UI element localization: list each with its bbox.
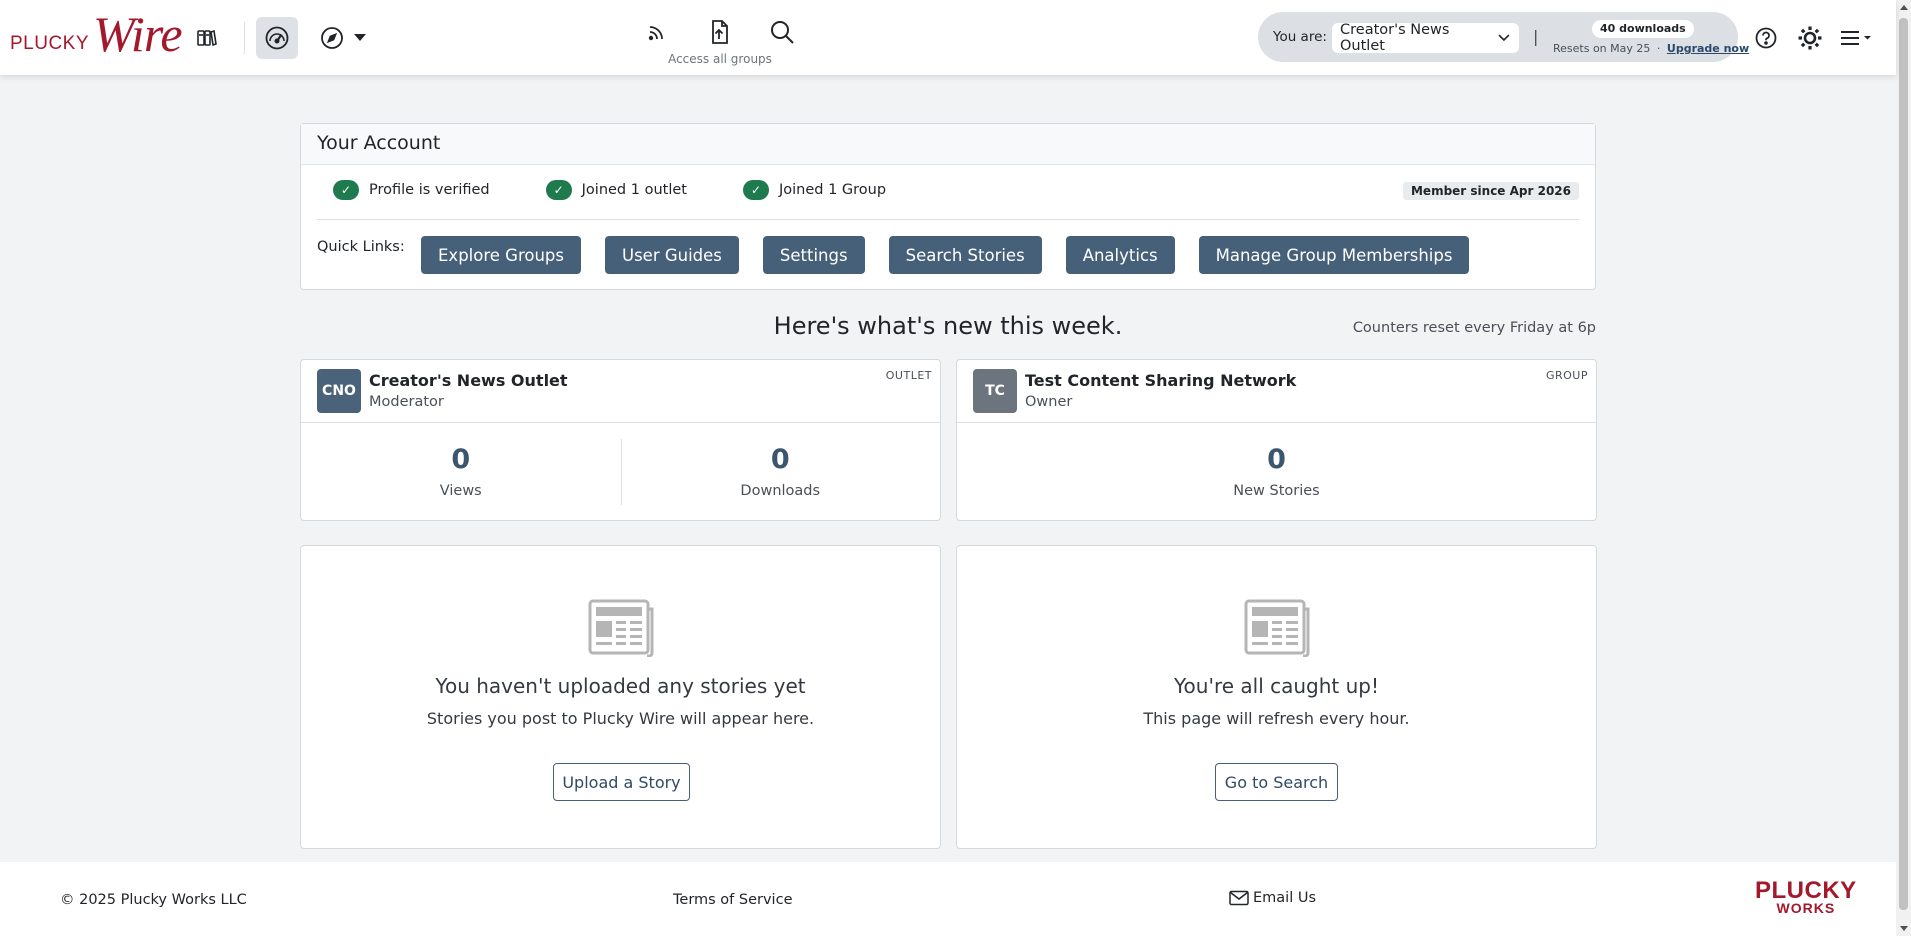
resets-sep: · — [1656, 42, 1661, 55]
stat-value: 0 — [451, 444, 471, 475]
counters-reset-note: Counters reset every Friday at 6p — [1352, 320, 1596, 336]
analytics-button[interactable]: Analytics — [1065, 236, 1175, 274]
email-us-link[interactable]: Email Us — [1229, 890, 1316, 906]
check-label: Profile is verified — [369, 182, 490, 198]
stat-label: Downloads — [740, 482, 821, 499]
check-label: Joined 1 outlet — [581, 182, 687, 198]
outlet-stats: 0 Views 0 Downloads — [301, 423, 940, 521]
plucky-works-logo: PLUCKY WORKS — [1755, 877, 1857, 915]
outlet-stats-card: CNO Creator's News Outlet Moderator OUTL… — [300, 359, 941, 521]
you-are-label: You are: — [1273, 29, 1327, 45]
check-icon: ✓ — [742, 180, 769, 200]
outlet-name[interactable]: Creator's News Outlet — [369, 371, 568, 390]
compass-dropdown-caret-icon[interactable] — [354, 34, 366, 41]
my-stories-empty-card: You haven't uploaded any stories yet Sto… — [300, 545, 941, 849]
empty-title: You haven't uploaded any stories yet — [435, 674, 806, 698]
search-stories-button[interactable]: Search Stories — [888, 236, 1042, 274]
member-since-badge: Member since Apr 2026 — [1402, 182, 1579, 200]
check-joined-outlet: ✓ Joined 1 outlet — [545, 180, 687, 200]
newspaper-icon — [588, 599, 654, 657]
dashboard-gauge-icon[interactable] — [256, 17, 298, 59]
check-joined-group: ✓ Joined 1 Group — [742, 180, 887, 200]
upload-story-button[interactable]: Upload a Story — [553, 763, 690, 801]
logo-wire-text: Wire — [93, 6, 183, 62]
avatar: CNO — [317, 369, 361, 413]
copyright-text: © 2025 Plucky Works LLC — [60, 892, 247, 908]
check-icon: ✓ — [545, 180, 572, 200]
search-icon[interactable] — [764, 14, 800, 50]
check-label: Joined 1 Group — [778, 182, 887, 198]
stat-value: 0 — [770, 444, 790, 475]
chevron-down-icon — [1498, 34, 1510, 42]
your-account-card: Your Account ✓ Profile is verified ✓ Joi… — [300, 123, 1596, 290]
empty-title: You're all caught up! — [1173, 674, 1380, 698]
plucky-works-logo-top: PLUCKY — [1755, 877, 1857, 904]
manage-group-memberships-button[interactable]: Manage Group Memberships — [1198, 236, 1470, 274]
scroll-down-arrow-icon[interactable] — [1900, 926, 1908, 931]
resets-date: Resets on May 25 — [1553, 42, 1651, 55]
library-icon[interactable] — [188, 20, 224, 56]
scroll-up-arrow-icon[interactable] — [1900, 5, 1908, 10]
page-scrollbar[interactable] — [1896, 0, 1911, 936]
settings-button[interactable]: Settings — [762, 236, 865, 274]
access-all-groups-label: Access all groups — [668, 52, 772, 66]
check-profile-verified: ✓ Profile is verified — [333, 180, 490, 200]
pipe-separator: | — [1533, 27, 1539, 46]
stat-value: 0 — [1267, 444, 1286, 475]
newspaper-icon — [1244, 599, 1310, 657]
group-card-header: TC Test Content Sharing Network Owner GR… — [957, 360, 1596, 423]
quick-links-label: Quick Links: — [317, 239, 405, 255]
group-stats-card: TC Test Content Sharing Network Owner GR… — [956, 359, 1597, 521]
explore-groups-button[interactable]: Explore Groups — [421, 236, 581, 274]
outlet-selector-value: Creator's News Outlet — [1340, 22, 1450, 54]
gear-icon[interactable] — [1796, 24, 1824, 52]
nav-divider — [244, 22, 245, 54]
group-role: Owner — [1025, 394, 1073, 410]
stat-views: 0 Views — [301, 423, 621, 521]
org-type-label: GROUP — [1545, 369, 1588, 382]
account-card-title: Your Account — [301, 124, 1595, 165]
outlet-card-header: CNO Creator's News Outlet Moderator OUTL… — [301, 360, 940, 423]
logo-plucky-text: PLUCKY — [10, 33, 90, 54]
org-type-label: OUTLET — [885, 369, 932, 382]
go-to-search-button[interactable]: Go to Search — [1215, 763, 1338, 801]
stat-label: Views — [439, 482, 482, 499]
account-checklist: ✓ Profile is verified ✓ Joined 1 outlet … — [333, 180, 942, 200]
envelope-icon — [1229, 890, 1249, 906]
rss-feed-icon[interactable] — [639, 14, 675, 50]
help-icon[interactable] — [1752, 24, 1780, 52]
stat-new-stories: 0 New Stories — [957, 423, 1596, 521]
group-name[interactable]: Test Content Sharing Network — [1025, 371, 1296, 390]
avatar: TC — [973, 369, 1017, 413]
outlet-role: Moderator — [369, 394, 444, 410]
downloads-badge: 40 downloads — [1592, 20, 1694, 38]
plucky-wire-logo[interactable]: PLUCKY Wire — [10, 6, 183, 62]
upgrade-now-link[interactable]: Upgrade now — [1667, 42, 1749, 55]
user-guides-button[interactable]: User Guides — [605, 236, 739, 274]
hamburger-menu-icon[interactable] — [1838, 24, 1876, 52]
terms-of-service-link[interactable]: Terms of Service — [673, 892, 792, 908]
stat-downloads: 0 Downloads — [620, 423, 941, 521]
check-icon: ✓ — [333, 180, 359, 200]
quick-links: Explore Groups User Guides Settings Sear… — [421, 236, 1493, 274]
group-stats: 0 New Stories — [957, 423, 1596, 521]
upload-icon[interactable] — [701, 14, 737, 50]
outlet-selector[interactable]: Creator's News Outlet — [1332, 22, 1519, 54]
empty-subtitle: Stories you post to Plucky Wire will app… — [426, 709, 815, 728]
scrollbar-thumb[interactable] — [1899, 18, 1908, 910]
empty-subtitle: This page will refresh every hour. — [1143, 709, 1410, 728]
caught-up-empty-card: You're all caught up! This page will ref… — [956, 545, 1597, 849]
top-navbar: PLUCKY Wire Access all groups You are: C… — [0, 0, 1896, 75]
email-us-label: Email Us — [1253, 890, 1317, 906]
page-footer: © 2025 Plucky Works LLC Terms of Service… — [0, 862, 1896, 936]
resets-text: Resets on May 25 · Upgrade now — [1553, 42, 1749, 55]
divider — [317, 219, 1579, 220]
compass-icon[interactable] — [314, 20, 350, 56]
stat-label: New Stories — [1233, 482, 1320, 499]
